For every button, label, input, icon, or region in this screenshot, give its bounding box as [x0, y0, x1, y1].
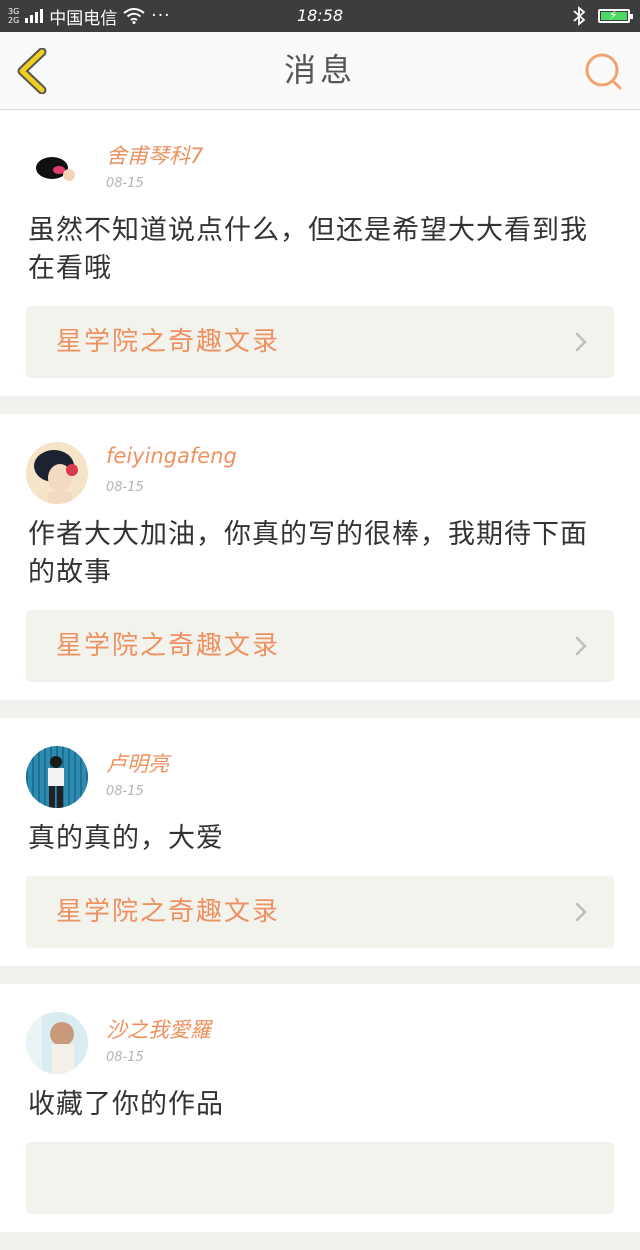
chevron-right-icon: [575, 902, 587, 922]
work-title: 星学院之奇趣文录: [56, 897, 281, 927]
message-card: 沙之我愛羅 08-15 收藏了你的作品: [0, 984, 640, 1232]
battery-icon: ⚡: [598, 8, 633, 23]
work-link[interactable]: 星学院之奇趣文录: [26, 610, 614, 682]
work-title: 星学院之奇趣文录: [56, 631, 281, 661]
message-text: 真的真的，大爱: [28, 823, 224, 854]
nav-header: back 消息: [0, 32, 640, 110]
page-title: 消息: [283, 51, 356, 89]
username[interactable]: 卢明亮: [106, 748, 169, 778]
message-date: 08-15: [106, 480, 144, 495]
message-card: 舍甫琴科7 08-15 虽然不知道说点什么，但还是希望大大看到我在看哦 星学院之…: [0, 110, 640, 396]
work-title: 星学院之奇趣文录: [56, 327, 281, 357]
message-date: 08-15: [106, 784, 144, 799]
message-text: 收藏了你的作品: [28, 1089, 224, 1120]
message-card: feiyingafeng 08-15 作者大大加油，你真的写的很棒，我期待下面的…: [0, 414, 640, 700]
message-text: 作者大大加油，你真的写的很棒，我期待下面的故事: [28, 519, 588, 588]
message-list: 舍甫琴科7 08-15 虽然不知道说点什么，但还是希望大大看到我在看哦 星学院之…: [0, 110, 640, 1250]
avatar[interactable]: [26, 138, 88, 200]
status-time: 18:58: [296, 6, 344, 25]
work-link[interactable]: 星学院之奇趣文录: [26, 306, 614, 378]
chevron-right-icon: [575, 332, 587, 352]
message-date: 08-15: [106, 1050, 144, 1065]
username[interactable]: 沙之我愛羅: [106, 1014, 211, 1044]
username[interactable]: feiyingafeng: [106, 444, 237, 468]
avatar[interactable]: [26, 1012, 88, 1074]
bluetooth-icon: [573, 6, 586, 26]
username[interactable]: 舍甫琴科7: [106, 140, 203, 170]
status-right: ⚡: [572, 0, 633, 32]
chevron-right-icon: [575, 636, 587, 656]
work-link[interactable]: [26, 1142, 614, 1214]
status-bar: 3G 2G 中国电信 ··· 18:58 ⚡: [0, 0, 640, 32]
message-card: 卢明亮 08-15 真的真的，大爱 星学院之奇趣文录: [0, 718, 640, 966]
work-link[interactable]: 星学院之奇趣文录: [26, 876, 614, 948]
avatar[interactable]: [26, 442, 88, 504]
message-date: 08-15: [106, 176, 144, 191]
message-text: 虽然不知道说点什么，但还是希望大大看到我在看哦: [28, 215, 588, 284]
search-button[interactable]: [582, 50, 626, 94]
avatar[interactable]: [26, 746, 88, 808]
